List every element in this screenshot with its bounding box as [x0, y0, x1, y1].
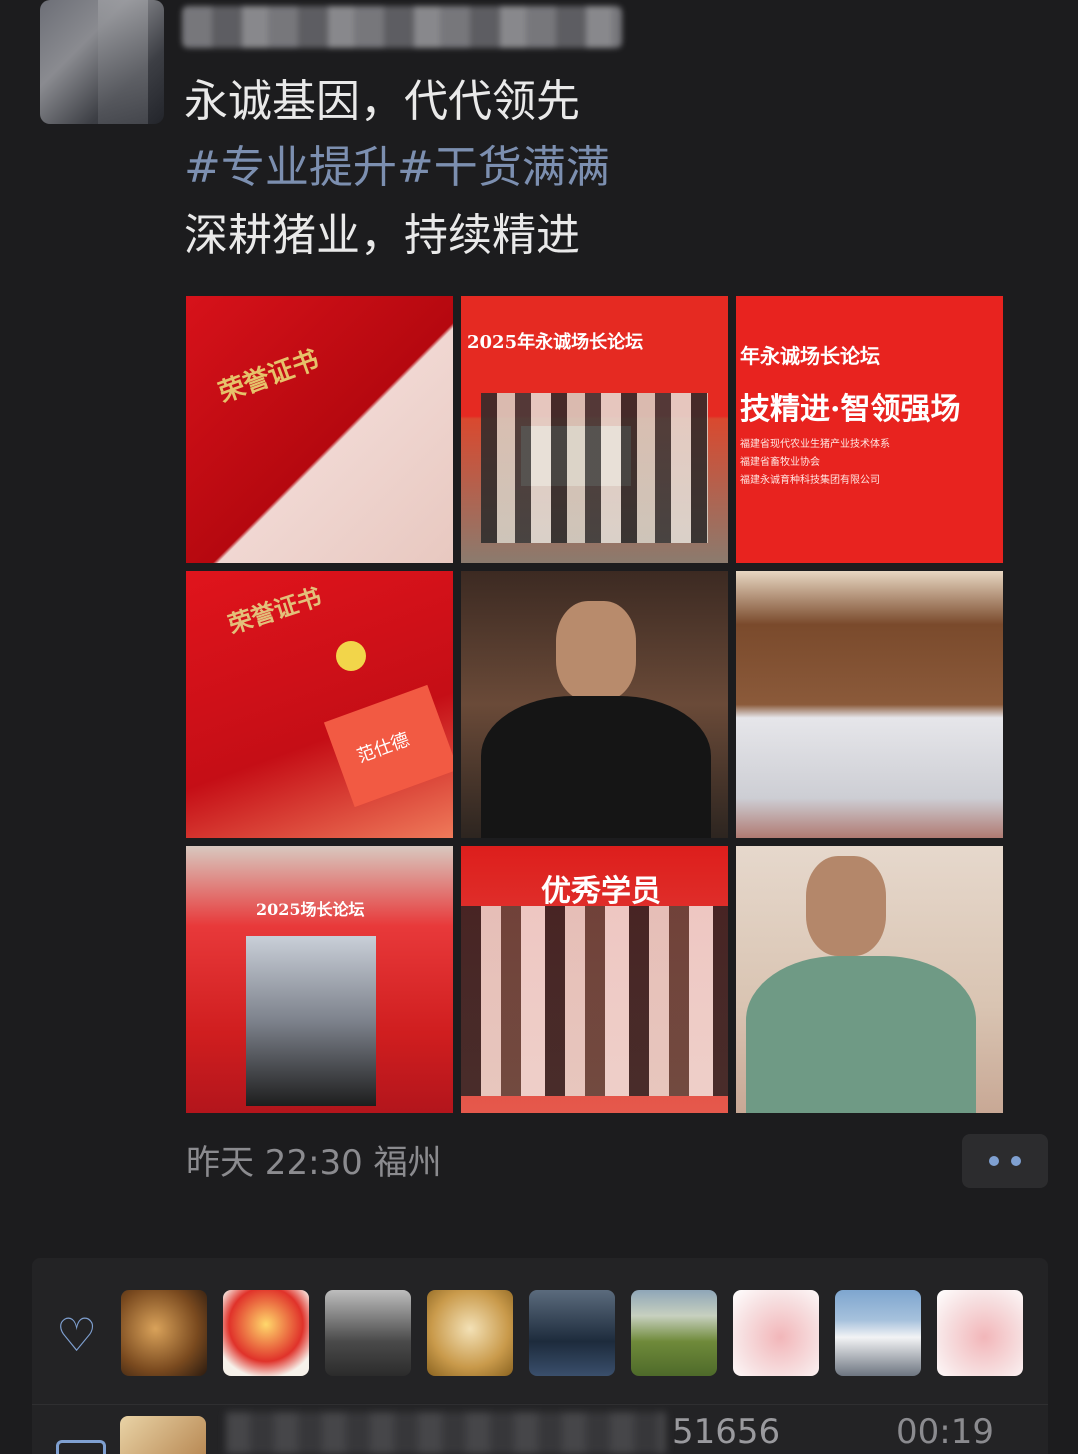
liker-avatar-6[interactable]: [631, 1290, 717, 1376]
photo-5[interactable]: [461, 571, 728, 838]
photo-4[interactable]: 荣誉证书 范仕德: [186, 571, 453, 838]
dot-icon: [989, 1156, 999, 1166]
moments-post-page: 永诚基因，代代领先 #专业提升#干货满满 深耕猪业，持续精进 荣誉证书 2025…: [0, 0, 1078, 1454]
photo-caption: 年永诚场长论坛: [740, 344, 880, 368]
photo-caption: 优秀学员: [541, 874, 661, 909]
photo-2[interactable]: 2025年永诚场长论坛: [461, 296, 728, 563]
more-actions-button[interactable]: [962, 1134, 1048, 1188]
post-text-line-1: 永诚基因，代代领先: [184, 76, 580, 127]
photo-caption: 2025场长论坛: [256, 900, 365, 919]
liker-avatar-9[interactable]: [937, 1290, 1023, 1376]
comment-blurred-name: [226, 1412, 666, 1454]
photo-person-body: [746, 956, 976, 1113]
photo-person-body: [481, 696, 711, 838]
photo-3[interactable]: 年永诚场长论坛 技精进·智领强场 福建省现代农业生猪产业技术体系 福建省畜牧业协…: [736, 296, 1003, 563]
liker-avatar-5[interactable]: [529, 1290, 615, 1376]
photo-9[interactable]: [736, 846, 1003, 1113]
author-avatar[interactable]: [40, 0, 164, 124]
photo-8[interactable]: 优秀学员: [461, 846, 728, 1113]
photo-caption: 技精进·智领强场: [740, 392, 961, 427]
photo-people: [246, 936, 376, 1106]
photo-person-head: [556, 601, 636, 701]
photo-1[interactable]: 荣誉证书: [186, 296, 453, 563]
comment-text: 51656: [672, 1412, 781, 1452]
dot-icon: [1011, 1156, 1021, 1166]
post-text-line-3: 深耕猪业，持续精进: [184, 210, 580, 261]
liker-avatar-4[interactable]: [427, 1290, 513, 1376]
photo-card: 范仕德: [323, 684, 453, 808]
liker-avatar-3[interactable]: [325, 1290, 411, 1376]
photo-card-text: 范仕德: [354, 729, 413, 768]
photo-person-head: [806, 856, 886, 956]
photo-grid: 荣誉证书 2025年永诚场长论坛 年永诚场长论坛 技精进·智领强场 福建省现代农…: [186, 296, 1004, 1113]
liker-avatar-1[interactable]: [121, 1290, 207, 1376]
liker-avatar-8[interactable]: [835, 1290, 921, 1376]
liker-avatar-7[interactable]: [733, 1290, 819, 1376]
post-hashtags[interactable]: #专业提升#干货满满: [184, 138, 610, 198]
post-location[interactable]: 福州: [374, 1143, 442, 1183]
liker-avatar-2[interactable]: [223, 1290, 309, 1376]
post-meta: 昨天 22:30 福州: [186, 1140, 442, 1186]
divider: [32, 1404, 1048, 1405]
comment-time: 00:19: [896, 1412, 994, 1452]
commenter-avatar[interactable]: [120, 1416, 206, 1454]
smiley-icon: [336, 641, 366, 671]
photo-caption: 荣誉证书: [214, 344, 323, 409]
photo-6[interactable]: [736, 571, 1003, 838]
author-name-blurred[interactable]: [182, 6, 622, 48]
photo-small-text: 福建省现代农业生猪产业技术体系 福建省畜牧业协会 福建永诚育种科技集团有限公司: [740, 439, 890, 486]
photo-7[interactable]: 2025场长论坛: [186, 846, 453, 1113]
photo-people: [461, 906, 728, 1096]
heart-outline-icon: ♡: [56, 1308, 98, 1362]
photo-caption: 荣誉证书: [224, 581, 325, 640]
comment-icon: [56, 1440, 106, 1454]
post-time: 昨天 22:30: [186, 1143, 363, 1183]
photo-people: [481, 393, 708, 543]
photo-caption: 2025年永诚场长论坛: [467, 332, 644, 353]
